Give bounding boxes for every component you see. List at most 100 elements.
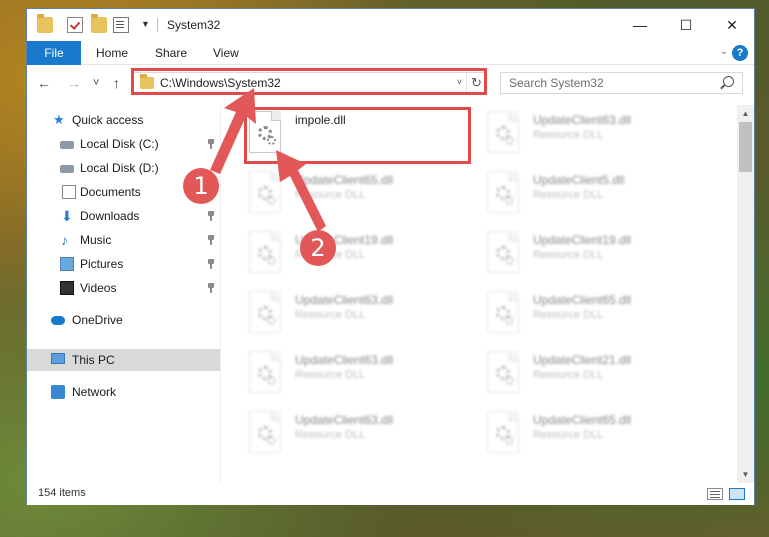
details-view-icon[interactable] xyxy=(707,488,723,500)
sidebar-item-label: Network xyxy=(72,385,117,399)
pictures-icon xyxy=(60,257,74,271)
file-name: UpdateClient19.dll xyxy=(533,233,632,247)
dll-file-icon xyxy=(487,111,519,153)
star-icon: ★ xyxy=(53,112,65,127)
pane-divider xyxy=(220,105,221,483)
network-icon xyxy=(51,385,65,399)
file-item[interactable]: UpdateClient21.dll Resource DLL xyxy=(481,347,711,407)
address-bar-highlight xyxy=(131,68,487,95)
dll-file-icon xyxy=(487,231,519,273)
folder-icon xyxy=(37,14,53,33)
file-item[interactable]: UpdateClient63.dll Resource DLL xyxy=(243,287,473,347)
pin-icon xyxy=(207,139,215,149)
ribbon: File Home Share View ⌄ ? xyxy=(27,41,754,65)
sidebar-item-pictures[interactable]: Pictures xyxy=(27,253,220,275)
up-button[interactable]: ↑ xyxy=(113,75,120,91)
forward-button[interactable]: → xyxy=(67,75,81,91)
help-icon[interactable]: ? xyxy=(732,45,748,61)
sidebar-item-label: Videos xyxy=(80,281,117,295)
title-separator xyxy=(157,18,158,32)
item-count: 154 items xyxy=(38,487,86,499)
scroll-down-icon[interactable]: ▼ xyxy=(737,466,754,483)
maximize-button[interactable]: ☐ xyxy=(663,9,709,41)
vertical-scrollbar[interactable]: ▲ ▼ xyxy=(737,105,754,483)
file-type: Resource DLL xyxy=(533,369,604,381)
dll-file-icon xyxy=(487,351,519,393)
tab-share[interactable]: Share xyxy=(155,41,187,65)
file-item[interactable]: UpdateClient65.dll Resource DLL xyxy=(243,167,473,227)
disk-icon xyxy=(60,141,74,149)
file-name: UpdateClient65.dll xyxy=(533,293,632,307)
tab-file[interactable]: File xyxy=(27,41,81,65)
scroll-thumb[interactable] xyxy=(739,122,752,172)
step-badge-2: 2 xyxy=(300,230,336,266)
window-title: System32 xyxy=(167,18,221,32)
sidebar-item-videos[interactable]: Videos xyxy=(27,277,220,299)
search-box[interactable]: Search System32 xyxy=(500,72,743,94)
new-folder-icon[interactable] xyxy=(91,14,107,33)
navigation-pane: ★ Quick access Local Disk (C:) Local Dis… xyxy=(27,105,220,483)
file-item[interactable]: UpdateClient19.dll Resource DLL xyxy=(243,227,473,287)
dll-file-icon xyxy=(249,351,281,393)
search-icon[interactable] xyxy=(723,76,734,87)
file-name: UpdateClient63.dll xyxy=(295,353,394,367)
file-type: Resource DLL xyxy=(295,369,366,381)
file-highlight xyxy=(244,107,471,164)
file-item[interactable]: UpdateClient65.dll Resource DLL xyxy=(481,407,711,467)
scroll-up-icon[interactable]: ▲ xyxy=(737,105,754,122)
sidebar-item-local-disk-c[interactable]: Local Disk (C:) xyxy=(27,133,220,155)
file-type: Resource DLL xyxy=(295,309,366,321)
file-item[interactable]: UpdateClient63.dll Resource DLL xyxy=(243,407,473,467)
step-badge-1: 1 xyxy=(183,168,219,204)
close-button[interactable]: ✕ xyxy=(709,9,755,41)
sidebar-item-music[interactable]: ♪ Music xyxy=(27,229,220,251)
file-item[interactable]: UpdateClient63.dll Resource DLL xyxy=(243,347,473,407)
sidebar-item-label: Local Disk (D:) xyxy=(80,161,159,175)
file-item[interactable]: UpdateClient65.dll Resource DLL xyxy=(481,287,711,347)
file-name: UpdateClient65.dll xyxy=(295,173,394,187)
status-bar: 154 items xyxy=(27,483,754,505)
dll-file-icon xyxy=(249,411,281,453)
tab-view[interactable]: View xyxy=(213,41,239,65)
file-type: Resource DLL xyxy=(533,309,604,321)
search-placeholder[interactable]: Search System32 xyxy=(509,76,604,90)
sidebar-item-downloads[interactable]: ⬇ Downloads xyxy=(27,205,220,227)
minimize-button[interactable]: — xyxy=(617,9,663,41)
expand-ribbon-icon[interactable]: ⌄ xyxy=(720,46,728,57)
dll-file-icon xyxy=(487,411,519,453)
large-icons-view-icon[interactable] xyxy=(729,488,745,500)
disk-icon xyxy=(60,165,74,173)
back-button[interactable]: ← xyxy=(37,75,51,91)
sidebar-item-label: OneDrive xyxy=(72,313,123,327)
sidebar-item-this-pc[interactable]: This PC xyxy=(27,349,220,371)
sidebar-item-quick-access[interactable]: ★ Quick access xyxy=(27,109,220,131)
dll-file-icon xyxy=(249,171,281,213)
file-name: UpdateClient63.dll xyxy=(295,413,394,427)
dll-file-icon xyxy=(249,231,281,273)
file-name: UpdateClient5.dll xyxy=(533,173,625,187)
customize-quick-access-icon[interactable] xyxy=(113,17,129,33)
sidebar-item-onedrive[interactable]: OneDrive xyxy=(27,309,220,331)
dll-file-icon xyxy=(249,291,281,333)
this-pc-icon xyxy=(51,353,65,364)
dll-file-icon xyxy=(487,171,519,213)
download-icon: ⬇ xyxy=(61,208,73,224)
recent-locations-icon[interactable]: ˅ xyxy=(93,77,99,89)
music-icon: ♪ xyxy=(61,232,68,248)
file-item[interactable]: UpdateClient19.dll Resource DLL xyxy=(481,227,711,287)
pin-icon xyxy=(207,259,215,269)
quick-access-dropdown-icon[interactable]: ▼ xyxy=(141,19,150,29)
sidebar-item-label: Quick access xyxy=(72,113,144,127)
file-type: Resource DLL xyxy=(295,189,366,201)
sidebar-item-label: Local Disk (C:) xyxy=(80,137,159,151)
pin-icon xyxy=(207,283,215,293)
properties-check-icon[interactable] xyxy=(67,17,83,33)
sidebar-item-label: This PC xyxy=(72,353,115,367)
file-item[interactable]: UpdateClient63.dll Resource DLL xyxy=(481,107,711,167)
file-type: Resource DLL xyxy=(295,429,366,441)
sidebar-item-network[interactable]: Network xyxy=(27,381,220,403)
videos-icon xyxy=(60,281,74,295)
tab-home[interactable]: Home xyxy=(96,41,128,65)
pin-icon xyxy=(207,235,215,245)
file-item[interactable]: UpdateClient5.dll Resource DLL xyxy=(481,167,711,227)
